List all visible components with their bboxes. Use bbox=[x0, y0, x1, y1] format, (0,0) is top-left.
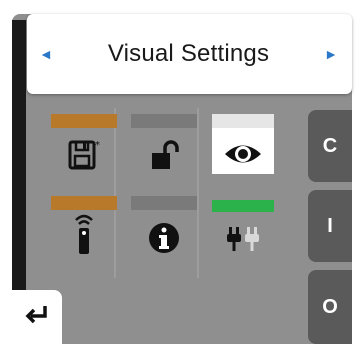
o-button[interactable]: O bbox=[308, 270, 352, 344]
c-button[interactable]: C bbox=[308, 110, 352, 182]
tile-save[interactable]: * bbox=[51, 108, 117, 178]
grid-divider bbox=[197, 108, 199, 278]
tile-status-bar bbox=[51, 114, 117, 128]
tile-status-bar bbox=[131, 114, 197, 128]
prev-arrow-icon[interactable]: ◄ bbox=[39, 47, 53, 61]
floppy-save-icon: * bbox=[51, 136, 117, 176]
plug-icon bbox=[212, 218, 274, 258]
tile-status-bar bbox=[212, 114, 274, 128]
tile-lock[interactable] bbox=[131, 108, 197, 178]
back-button[interactable] bbox=[12, 290, 62, 344]
tile-info[interactable] bbox=[131, 196, 197, 266]
eye-icon bbox=[212, 134, 274, 174]
device-frame: ◄ Visual Settings ► * C I O bbox=[0, 0, 355, 354]
tile-visual[interactable] bbox=[212, 114, 274, 174]
remote-control-icon bbox=[51, 214, 117, 254]
tile-power[interactable] bbox=[212, 196, 278, 266]
page-title: Visual Settings bbox=[107, 40, 270, 67]
next-arrow-icon[interactable]: ► bbox=[324, 47, 338, 61]
return-arrow-icon bbox=[25, 304, 49, 331]
tile-status-bar bbox=[131, 196, 197, 210]
header-bar: ◄ Visual Settings ► bbox=[27, 14, 352, 94]
i-button[interactable]: I bbox=[308, 190, 352, 262]
svg-text:*: * bbox=[95, 140, 100, 151]
info-icon bbox=[131, 218, 197, 258]
unlock-icon bbox=[131, 136, 197, 176]
tile-remote[interactable] bbox=[51, 196, 117, 266]
tile-status-bar bbox=[212, 200, 274, 212]
tile-status-bar bbox=[51, 196, 117, 210]
